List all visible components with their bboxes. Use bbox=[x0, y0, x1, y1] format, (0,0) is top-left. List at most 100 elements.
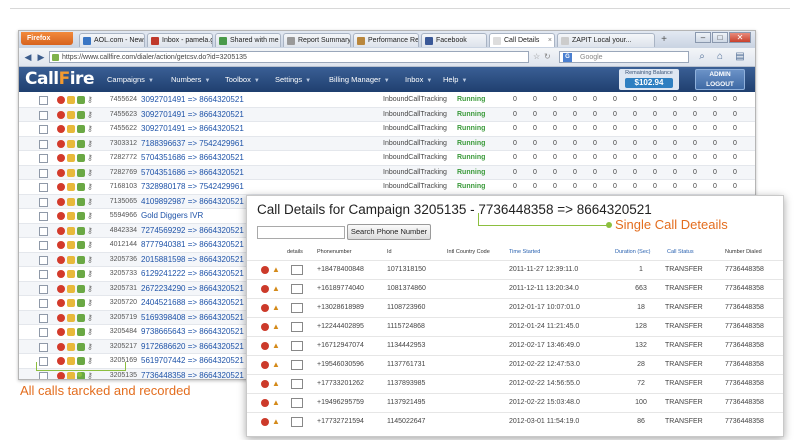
campaign-link[interactable]: 3092701491 => 8664320521 bbox=[141, 93, 244, 106]
campaign-link[interactable]: 7188396637 => 7542429961 bbox=[141, 137, 244, 150]
browser-tab[interactable]: Performance Rep... bbox=[353, 33, 419, 47]
stop-icon[interactable] bbox=[57, 183, 65, 191]
reload-icon[interactable]: ↻ bbox=[544, 52, 551, 61]
campaign-link[interactable]: 2015881598 => 8664320521 bbox=[141, 253, 244, 266]
stop-icon[interactable] bbox=[57, 241, 65, 249]
edit-icon[interactable] bbox=[67, 197, 75, 206]
report-icon[interactable] bbox=[77, 342, 85, 351]
campaign-link[interactable]: 3092701491 => 8664320521 bbox=[141, 108, 244, 121]
edit-icon[interactable] bbox=[67, 96, 75, 104]
browser-tab[interactable]: Call Details × bbox=[489, 33, 555, 47]
row-checkbox[interactable] bbox=[39, 241, 48, 250]
key-icon[interactable]: ⚷ bbox=[87, 284, 95, 293]
details-icon[interactable] bbox=[291, 265, 303, 275]
close-window-button[interactable]: ✕ bbox=[729, 32, 751, 43]
stop-icon[interactable] bbox=[57, 139, 65, 148]
details-icon[interactable] bbox=[291, 303, 303, 313]
phone-search-input[interactable] bbox=[257, 226, 345, 239]
search-input[interactable]: G Google bbox=[559, 51, 689, 63]
row-checkbox[interactable] bbox=[39, 139, 48, 149]
stop-icon[interactable] bbox=[57, 270, 65, 278]
menu-numbers[interactable]: Numbers ▼ bbox=[171, 67, 210, 92]
campaign-link[interactable]: 9172686620 => 8664320521 bbox=[141, 340, 244, 353]
menu-campaigns[interactable]: Campaigns ▼ bbox=[107, 67, 154, 92]
edit-icon[interactable] bbox=[67, 139, 75, 148]
edit-icon[interactable] bbox=[67, 342, 75, 351]
row-checkbox[interactable] bbox=[39, 212, 48, 221]
key-icon[interactable]: ⚷ bbox=[87, 313, 95, 322]
stop-icon[interactable] bbox=[57, 110, 65, 119]
row-checkbox[interactable] bbox=[39, 125, 48, 134]
bookmark-star-icon[interactable]: ☆ bbox=[533, 52, 540, 61]
header-status[interactable]: Call Status bbox=[667, 249, 694, 255]
browser-tab[interactable]: Facebook bbox=[421, 33, 487, 47]
campaign-link[interactable]: 6129241222 => 8664320521 bbox=[141, 267, 244, 280]
warning-icon[interactable]: ▲ bbox=[272, 379, 280, 388]
firefox-menu-button[interactable]: Firefox bbox=[21, 32, 73, 45]
report-icon[interactable] bbox=[77, 284, 85, 293]
campaign-link[interactable]: Gold Diggers IVR bbox=[141, 209, 203, 222]
edit-icon[interactable] bbox=[67, 270, 75, 278]
menu-billing-manager[interactable]: Billing Manager ▼ bbox=[329, 67, 390, 92]
warning-icon[interactable]: ▲ bbox=[272, 341, 280, 350]
menu-help[interactable]: Help ▼ bbox=[443, 67, 467, 92]
key-icon[interactable]: ⚷ bbox=[87, 96, 95, 104]
row-checkbox[interactable] bbox=[39, 154, 48, 163]
row-checkbox[interactable] bbox=[39, 255, 48, 265]
delete-icon[interactable] bbox=[261, 399, 269, 407]
key-icon[interactable]: ⚷ bbox=[87, 342, 95, 351]
warning-icon[interactable]: ▲ bbox=[272, 322, 280, 331]
edit-icon[interactable] bbox=[67, 299, 75, 307]
edit-icon[interactable] bbox=[67, 168, 75, 177]
stop-icon[interactable] bbox=[57, 96, 65, 104]
report-icon[interactable] bbox=[77, 183, 85, 191]
stop-icon[interactable] bbox=[57, 168, 65, 177]
warning-icon[interactable]: ▲ bbox=[272, 303, 280, 312]
campaign-link[interactable]: 7274569292 => 8664320521 bbox=[141, 224, 244, 237]
search-icon[interactable]: ⌕ bbox=[695, 51, 709, 63]
key-icon[interactable]: ⚷ bbox=[87, 154, 95, 162]
edit-icon[interactable] bbox=[67, 313, 75, 322]
stop-icon[interactable] bbox=[57, 328, 65, 336]
url-bar[interactable]: https://www.callfire.com/dialer/action/g… bbox=[49, 51, 529, 63]
stop-icon[interactable] bbox=[57, 226, 65, 235]
callfire-logo[interactable]: CallFire bbox=[25, 69, 94, 89]
new-tab-button[interactable]: + bbox=[657, 33, 671, 47]
row-checkbox[interactable] bbox=[39, 110, 48, 120]
report-icon[interactable] bbox=[77, 96, 85, 104]
row-checkbox[interactable] bbox=[39, 183, 48, 192]
edit-icon[interactable] bbox=[67, 212, 75, 220]
row-checkbox[interactable] bbox=[39, 284, 48, 294]
key-icon[interactable]: ⚷ bbox=[87, 110, 95, 119]
row-checkbox[interactable] bbox=[39, 96, 48, 105]
stop-icon[interactable] bbox=[57, 154, 65, 162]
campaign-link[interactable]: 5704351686 => 8664320521 bbox=[141, 166, 244, 179]
delete-icon[interactable] bbox=[261, 285, 269, 293]
campaign-link[interactable]: 5619707442 => 8664320521 bbox=[141, 354, 244, 367]
details-icon[interactable] bbox=[291, 322, 303, 332]
edit-icon[interactable] bbox=[67, 255, 75, 264]
edit-icon[interactable] bbox=[67, 183, 75, 191]
key-icon[interactable]: ⚷ bbox=[87, 328, 95, 336]
campaign-link[interactable]: 3092701491 => 8664320521 bbox=[141, 122, 244, 135]
warning-icon[interactable]: ▲ bbox=[272, 360, 280, 369]
warning-icon[interactable]: ▲ bbox=[272, 284, 280, 293]
delete-icon[interactable] bbox=[261, 266, 269, 274]
campaign-link[interactable]: 8777940381 => 8664320521 bbox=[141, 238, 244, 251]
stop-icon[interactable] bbox=[57, 371, 65, 379]
stop-icon[interactable] bbox=[57, 125, 65, 133]
forward-icon[interactable]: ▶ bbox=[35, 51, 47, 63]
report-icon[interactable] bbox=[77, 270, 85, 278]
edit-icon[interactable] bbox=[67, 284, 75, 293]
key-icon[interactable]: ⚷ bbox=[87, 255, 95, 264]
report-icon[interactable] bbox=[77, 197, 85, 206]
row-checkbox[interactable] bbox=[39, 328, 48, 337]
stop-icon[interactable] bbox=[57, 197, 65, 206]
key-icon[interactable]: ⚷ bbox=[87, 299, 95, 307]
admin-logout-button[interactable]: ADMIN LOGOUT bbox=[695, 69, 745, 90]
delete-icon[interactable] bbox=[261, 418, 269, 426]
report-icon[interactable] bbox=[77, 168, 85, 177]
key-icon[interactable]: ⚷ bbox=[87, 139, 95, 148]
warning-icon[interactable]: ▲ bbox=[272, 398, 280, 407]
menu-toolbox[interactable]: Toolbox ▼ bbox=[225, 67, 260, 92]
